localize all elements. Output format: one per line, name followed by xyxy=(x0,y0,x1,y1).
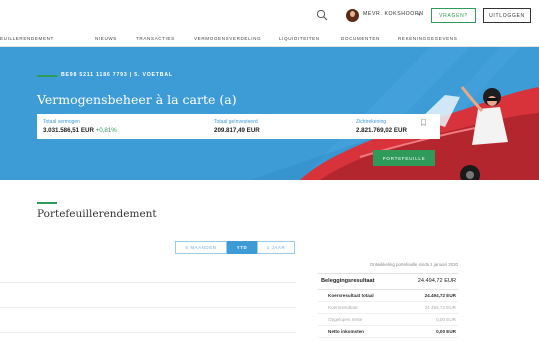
portfolio-button[interactable]: PORTEFEUILLE xyxy=(373,150,435,166)
avatar[interactable] xyxy=(346,9,359,22)
breakdown-header-row: Beleggingsresultaat 24.494,72 EUR xyxy=(318,273,458,290)
return-chart-area xyxy=(0,272,296,341)
stat-value-current-account: 2.821.769,02 EUR xyxy=(356,127,407,134)
row-value: 0,00 EUR xyxy=(436,317,456,322)
nav-item-documenten[interactable]: DOCUMENTEN xyxy=(341,36,380,41)
stat-delta-total: +0,81% xyxy=(95,127,117,134)
gridline xyxy=(0,332,296,333)
stat-label-invested: Totaal geïnvesteerd xyxy=(214,119,258,125)
row-label: Netto inkomsten xyxy=(328,329,364,334)
ask-question-button[interactable]: VRAGEN? xyxy=(431,8,476,23)
bookmark-icon[interactable] xyxy=(421,119,426,126)
gridline xyxy=(0,282,296,283)
period-ytd[interactable]: YTD xyxy=(227,241,257,254)
row-label: Koersresultaat xyxy=(328,305,358,310)
gridline xyxy=(0,307,296,308)
stat-label-current-account: Zichtrekening xyxy=(356,119,387,125)
row-value: 24.494,72 EUR xyxy=(424,305,456,310)
accent-line xyxy=(37,202,57,204)
chevron-down-icon[interactable]: ▾ xyxy=(418,12,421,18)
hero-banner: BE98 5211 1186 7793 | 5. VOETBAL Vermoge… xyxy=(0,47,539,180)
logout-button[interactable]: UITLOGGEN xyxy=(483,8,531,23)
period-6-months[interactable]: 6 MAANDEN xyxy=(175,241,227,254)
nav-item-vermogensverdeling[interactable]: VERMOGENSVERDELING xyxy=(194,36,261,41)
period-1-year[interactable]: 1 JAAR xyxy=(257,241,295,254)
breakdown-header-value: 24.494,72 EUR xyxy=(417,278,456,284)
table-row: Koersresultaat totaal 24.494,72 EUR xyxy=(318,290,458,302)
row-label: Koersresultaat totaal xyxy=(328,293,374,298)
row-label: Opgelopen rente xyxy=(328,317,363,322)
summary-stats: Totaal vermogen 3.031.586,51 EUR +0,81% … xyxy=(37,114,440,139)
row-value: 24.494,72 EUR xyxy=(424,293,456,298)
stat-value-total-amount: 3.031.586,51 EUR xyxy=(43,127,94,134)
table-row: Opgelopen rente 0,00 EUR xyxy=(318,314,458,326)
page-title: Vermogensbeheer à la carte (a) xyxy=(37,92,237,107)
nav-item-portefeuillerendement[interactable]: EUILLERENDEMENT xyxy=(0,36,54,41)
stat-value-total: 3.031.586,51 EUR +0,81% xyxy=(43,127,117,134)
username[interactable]: MEVR. KOKSHOORN xyxy=(363,11,424,17)
section-title: Portefeuillerendement xyxy=(37,208,157,220)
search-icon[interactable] xyxy=(316,9,328,21)
main-nav: EUILLERENDEMENT NIEUWS TRANSACTIES VERMO… xyxy=(0,32,539,47)
breakdown-caption: Ontwikkeling portefeuille sinds 1 januar… xyxy=(369,262,458,267)
nav-item-nieuws[interactable]: NIEUWS xyxy=(95,36,117,41)
nav-item-liquiditeiten[interactable]: LIQUIDITEITEN xyxy=(279,36,320,41)
account-number: BE98 5211 1186 7793 | 5. VOETBAL xyxy=(61,72,173,78)
stat-label-total: Totaal vermogen xyxy=(43,119,80,125)
breakdown-header-label: Beleggingsresultaat xyxy=(321,278,375,284)
table-row: Koersresultaat 24.494,72 EUR xyxy=(318,302,458,314)
stat-value-invested: 209.817,49 EUR xyxy=(214,127,260,134)
top-header: MEVR. KOKSHOORN ▾ VRAGEN? UITLOGGEN xyxy=(0,0,539,32)
nav-item-transacties[interactable]: TRANSACTIES xyxy=(136,36,175,41)
table-row: Netto inkomsten 0,00 EUR xyxy=(318,326,458,338)
accent-line xyxy=(37,75,57,77)
row-value: 0,00 EUR xyxy=(436,329,456,334)
portfolio-return-section: Portefeuillerendement 6 MAANDEN YTD 1 JA… xyxy=(0,180,539,341)
period-selector: 6 MAANDEN YTD 1 JAAR xyxy=(175,241,295,254)
nav-item-rekeninggegevens[interactable]: REKENINGGEGEVENS xyxy=(398,36,457,41)
